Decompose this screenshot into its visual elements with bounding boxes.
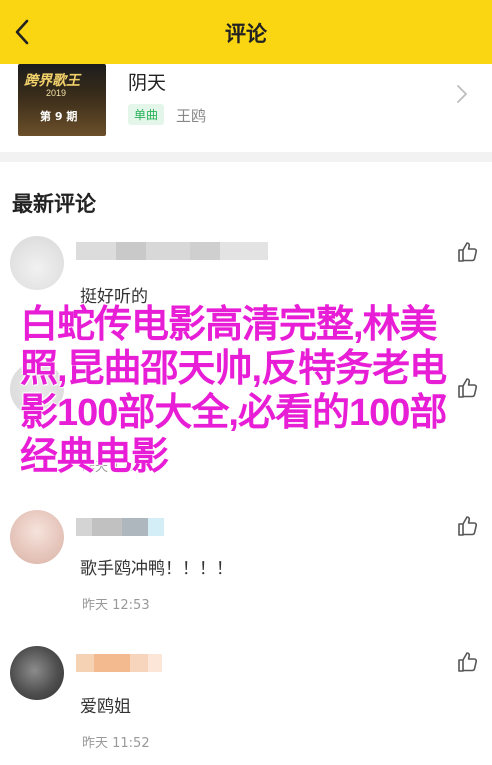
- latest-comments-heading: 最新评论: [12, 192, 96, 216]
- comment-time: 昨天 11:52: [82, 736, 150, 751]
- thumbs-up-icon[interactable]: [456, 650, 480, 674]
- username-blurred[interactable]: [76, 654, 162, 672]
- comment-item: 爱鸥姐 昨天 11:52: [0, 646, 492, 756]
- cover-year: 2019: [46, 88, 67, 98]
- username-blurred[interactable]: [76, 242, 268, 260]
- page-title: 评论: [225, 22, 267, 46]
- artist-name: 王鸥: [176, 107, 207, 125]
- album-cover: 跨界歌王 2019 第 9 期: [18, 64, 106, 136]
- cover-logo: 跨界歌王: [24, 73, 80, 89]
- song-title: 阴天: [128, 72, 167, 94]
- comment-text: 歌手鸥冲鸭！！！！: [80, 559, 233, 579]
- comment-text: 爱鸥姐: [80, 697, 131, 717]
- cover-issue: 第 9 期: [40, 110, 78, 123]
- single-tag: 单曲: [128, 104, 165, 125]
- avatar[interactable]: [10, 646, 64, 700]
- avatar[interactable]: [10, 236, 64, 290]
- chevron-right-icon: [457, 85, 467, 103]
- avatar[interactable]: [10, 510, 64, 564]
- comment-time: 昨天 12:53: [82, 598, 150, 613]
- username-blurred[interactable]: [76, 518, 164, 536]
- thumbs-up-icon[interactable]: [456, 240, 480, 264]
- comment-item: 歌手鸥冲鸭！！！！ 昨天 12:53: [0, 510, 492, 620]
- song-card[interactable]: 跨界歌王 2019 第 9 期 阴天 单曲 王鸥: [0, 64, 492, 156]
- section-divider: [0, 152, 492, 162]
- top-bar: 评论: [0, 0, 492, 64]
- thumbs-up-icon[interactable]: [456, 514, 480, 538]
- overlay-caption: 白蛇传电影高清完整,林美照,昆曲邵天帅,反特务老电影100部大全,必看的100部…: [20, 304, 447, 478]
